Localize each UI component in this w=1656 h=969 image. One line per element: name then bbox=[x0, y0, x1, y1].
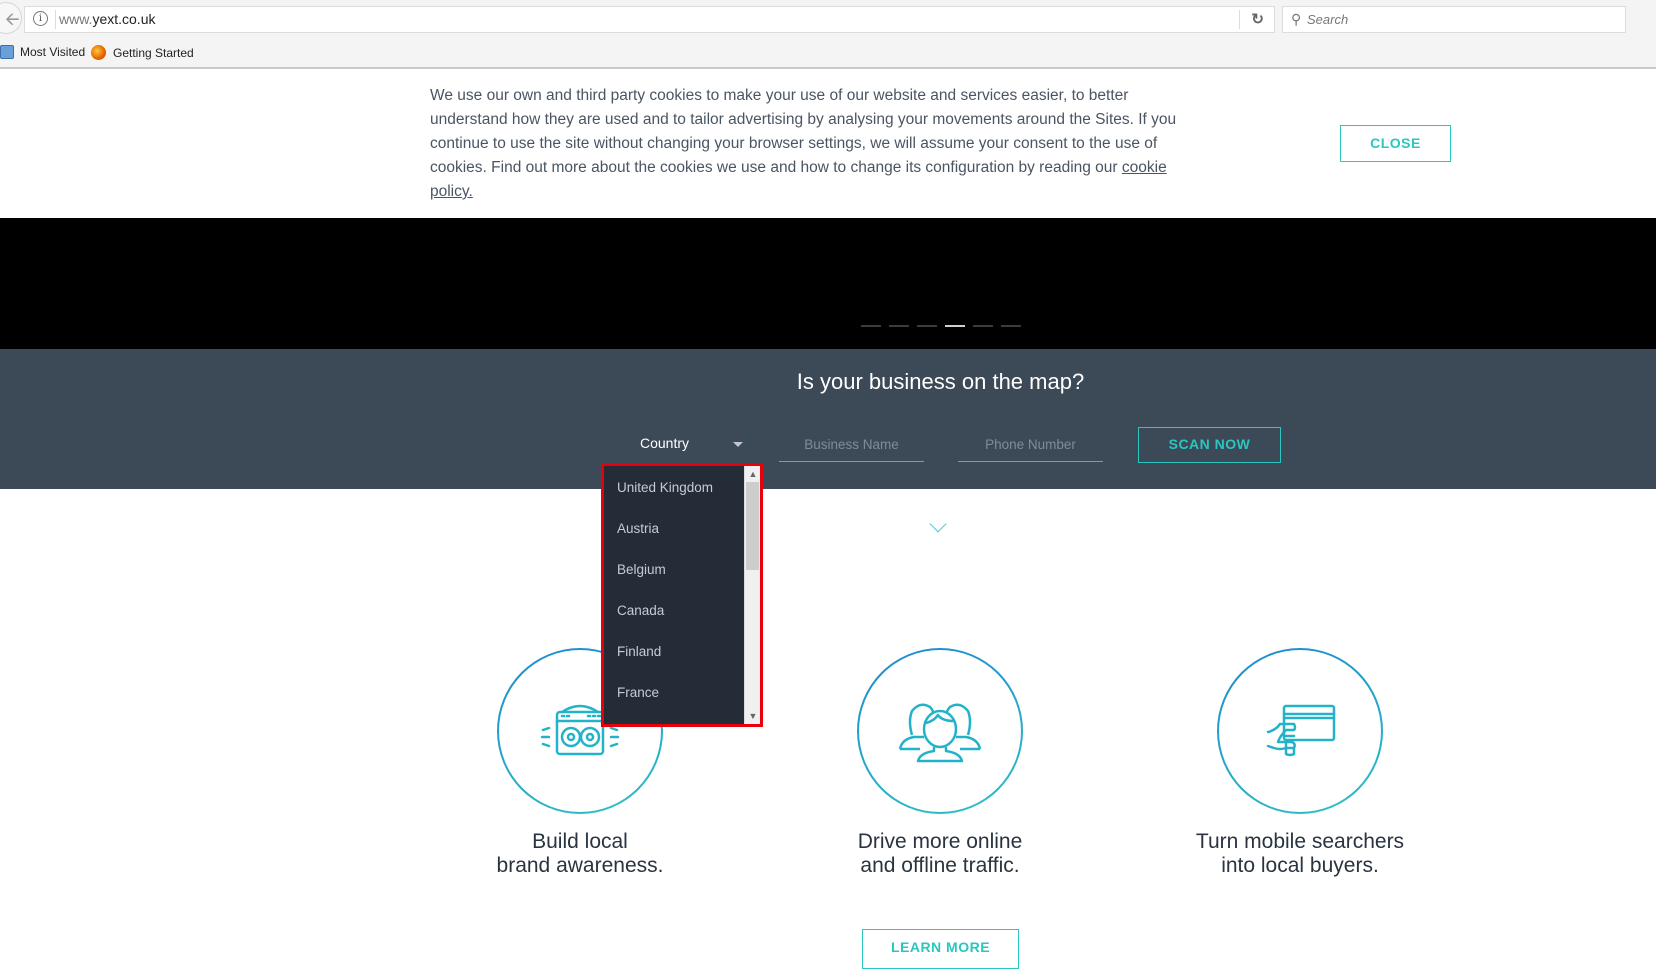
scrollbar-thumb[interactable] bbox=[746, 482, 759, 570]
search-placeholder: Search bbox=[1307, 12, 1349, 27]
bookmark-getting-started[interactable]: Getting Started bbox=[91, 45, 194, 60]
country-option[interactable]: France bbox=[604, 672, 745, 713]
country-dropdown[interactable]: United Kingdom Austria Belgium Canada Fi… bbox=[601, 463, 763, 727]
scan-title: Is your business on the map? bbox=[796, 369, 1085, 394]
phone-number-field[interactable] bbox=[958, 427, 1103, 462]
browser-search-bar[interactable]: ⚲ Search bbox=[1282, 6, 1626, 33]
feature-circle bbox=[1217, 648, 1383, 814]
feature-circle bbox=[857, 648, 1023, 814]
firefox-icon bbox=[91, 45, 106, 60]
dropdown-scrollbar[interactable]: ▲ ▼ bbox=[744, 466, 760, 724]
close-cookie-button[interactable]: CLOSE bbox=[1340, 125, 1451, 162]
carousel-indicators bbox=[861, 325, 1021, 327]
card-payment-icon bbox=[1266, 704, 1336, 757]
info-icon[interactable]: i bbox=[33, 11, 48, 26]
feature-drive-traffic: Drive more online and offline traffic. bbox=[790, 648, 1090, 878]
feature-title: Build local brand awareness. bbox=[496, 830, 664, 877]
url-bar[interactable]: i www.yext.co.uk ↻ bbox=[24, 6, 1275, 33]
chevron-down-icon[interactable] bbox=[733, 442, 743, 447]
carousel-dot[interactable] bbox=[889, 325, 909, 327]
business-name-field[interactable] bbox=[779, 427, 924, 462]
feature-mobile-searchers: Turn mobile searchers into local buyers. bbox=[1150, 648, 1450, 878]
country-option[interactable]: Canada bbox=[604, 590, 745, 631]
country-options: United Kingdom Austria Belgium Canada Fi… bbox=[604, 466, 745, 724]
country-option[interactable]: Finland bbox=[604, 631, 745, 672]
url-domain: yext.co.uk bbox=[92, 11, 156, 27]
business-name-input[interactable] bbox=[779, 427, 924, 461]
feature-title: Turn mobile searchers into local buyers. bbox=[1195, 830, 1405, 877]
carousel-dot[interactable] bbox=[861, 325, 881, 327]
learn-more-button[interactable]: LEARN MORE bbox=[862, 929, 1019, 969]
url-prefix: www. bbox=[59, 11, 93, 27]
hero-carousel bbox=[0, 218, 1656, 349]
cookie-message: We use our own and third party cookies t… bbox=[430, 87, 1177, 176]
country-option[interactable]: United Kingdom bbox=[604, 467, 745, 508]
country-select[interactable]: Country bbox=[640, 435, 689, 451]
bookmark-most-visited[interactable]: Most Visited bbox=[0, 45, 85, 59]
reload-icon[interactable]: ↻ bbox=[1251, 10, 1264, 28]
back-arrow-icon: 🡨 bbox=[5, 9, 20, 29]
bookmark-label: Most Visited bbox=[20, 45, 86, 59]
scroll-down-arrow-icon[interactable]: ▼ bbox=[745, 708, 761, 724]
reload-separator bbox=[1239, 10, 1240, 29]
scan-now-button[interactable]: SCAN NOW bbox=[1138, 427, 1281, 463]
search-icon: ⚲ bbox=[1291, 11, 1302, 27]
people-icon bbox=[898, 703, 982, 763]
back-button[interactable]: 🡨 bbox=[0, 2, 22, 34]
url-text[interactable]: www.yext.co.uk bbox=[59, 11, 155, 27]
country-option[interactable]: Austria bbox=[604, 508, 745, 549]
cookie-banner: We use our own and third party cookies t… bbox=[0, 71, 1656, 218]
carousel-dot[interactable] bbox=[945, 325, 965, 327]
carousel-dot[interactable] bbox=[917, 325, 937, 327]
url-separator bbox=[55, 10, 56, 29]
cookie-text: We use our own and third party cookies t… bbox=[430, 84, 1200, 204]
most-visited-icon bbox=[0, 45, 14, 59]
bookmark-label: Getting Started bbox=[113, 45, 194, 60]
carousel-dot[interactable] bbox=[1001, 325, 1021, 327]
phone-number-input[interactable] bbox=[958, 427, 1103, 461]
feature-title: Drive more online and offline traffic. bbox=[857, 830, 1023, 877]
scroll-down-icon[interactable] bbox=[929, 515, 947, 533]
scan-section: Is your business on the map? Country SCA… bbox=[0, 349, 1656, 489]
scroll-up-icon[interactable]: ▲ bbox=[745, 466, 761, 482]
carousel-dot[interactable] bbox=[973, 325, 993, 327]
browser-toolbar: 🡨 i www.yext.co.uk ↻ ⚲ Search Most Visit… bbox=[0, 0, 1656, 69]
country-option[interactable]: Belgium bbox=[604, 549, 745, 590]
